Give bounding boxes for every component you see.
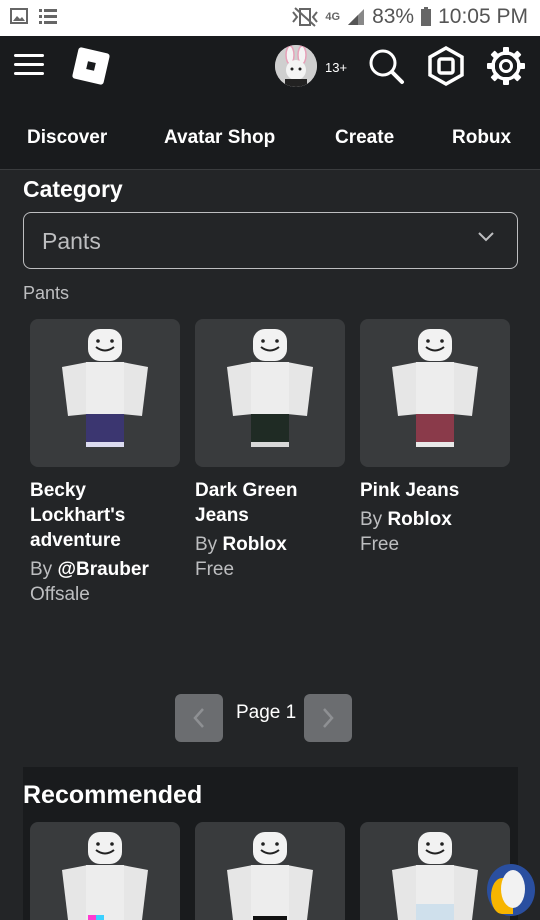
- avatar-figure: [392, 329, 478, 447]
- tab-bar: Discover Avatar Shop Create Robux: [0, 100, 540, 170]
- top-nav: 13+: [0, 36, 540, 100]
- item-creator[interactable]: By Roblox: [360, 507, 510, 532]
- age-badge: 13+: [325, 60, 348, 75]
- gallery-icon: [10, 8, 28, 24]
- next-page-button[interactable]: [304, 694, 352, 742]
- category-dropdown[interactable]: Pants: [23, 212, 518, 269]
- item-thumbnail[interactable]: [360, 319, 510, 467]
- category-selected: Pants: [42, 228, 101, 254]
- item-price: Free: [195, 559, 235, 580]
- item-name[interactable]: Dark Green Jeans: [195, 478, 345, 528]
- subcategory-label: Pants: [23, 283, 70, 303]
- clock: 10:05 PM: [438, 5, 528, 28]
- battery-percent: 83%: [372, 5, 415, 28]
- robux-icon[interactable]: [426, 46, 466, 86]
- signal-icon: [348, 9, 365, 25]
- recommended-item[interactable]: [195, 822, 345, 920]
- avatar-figure: [62, 329, 148, 447]
- item-card[interactable]: Pink Jeans By Roblox Free: [360, 319, 510, 557]
- floating-launcher-icon[interactable]: [487, 864, 535, 916]
- menu-icon[interactable]: [14, 54, 44, 80]
- prev-page-button[interactable]: [175, 694, 223, 742]
- avatar[interactable]: [275, 45, 317, 87]
- category-title: Category: [23, 176, 123, 202]
- recommended-item[interactable]: [30, 822, 180, 920]
- item-price: Free: [360, 534, 400, 555]
- battery-icon: [421, 7, 432, 26]
- chevron-right-icon: [323, 708, 334, 728]
- chevron-left-icon: [193, 708, 204, 728]
- item-name[interactable]: Becky Lockhart's adventure: [30, 478, 180, 553]
- vibrate-icon: [292, 7, 319, 27]
- status-bar: 4G 83% 10:05 PM: [0, 0, 540, 36]
- item-card[interactable]: Becky Lockhart's adventure By @Brauber O…: [30, 319, 180, 607]
- gear-icon[interactable]: [486, 46, 526, 86]
- recommended-item[interactable]: [360, 822, 510, 920]
- item-price: Offsale: [30, 584, 90, 605]
- item-name[interactable]: Pink Jeans: [360, 478, 510, 503]
- search-icon[interactable]: [366, 46, 406, 86]
- network-label: 4G: [325, 11, 341, 23]
- tab-robux[interactable]: Robux: [452, 127, 511, 149]
- tab-create[interactable]: Create: [335, 127, 394, 149]
- chevron-down-icon: [478, 232, 494, 242]
- item-creator[interactable]: By Roblox: [195, 532, 345, 557]
- list-icon: [39, 9, 57, 24]
- item-creator[interactable]: By @Brauber: [30, 557, 180, 582]
- tab-discover[interactable]: Discover: [27, 127, 107, 149]
- recommended-title: Recommended: [23, 781, 203, 809]
- tab-avatar-shop[interactable]: Avatar Shop: [164, 127, 275, 149]
- item-card[interactable]: Dark Green Jeans By Roblox Free: [195, 319, 345, 582]
- item-thumbnail[interactable]: [30, 319, 180, 467]
- roblox-logo[interactable]: [71, 46, 111, 86]
- avatar-figure: [227, 329, 313, 447]
- item-thumbnail[interactable]: [195, 319, 345, 467]
- page-indicator: Page 1: [236, 702, 297, 723]
